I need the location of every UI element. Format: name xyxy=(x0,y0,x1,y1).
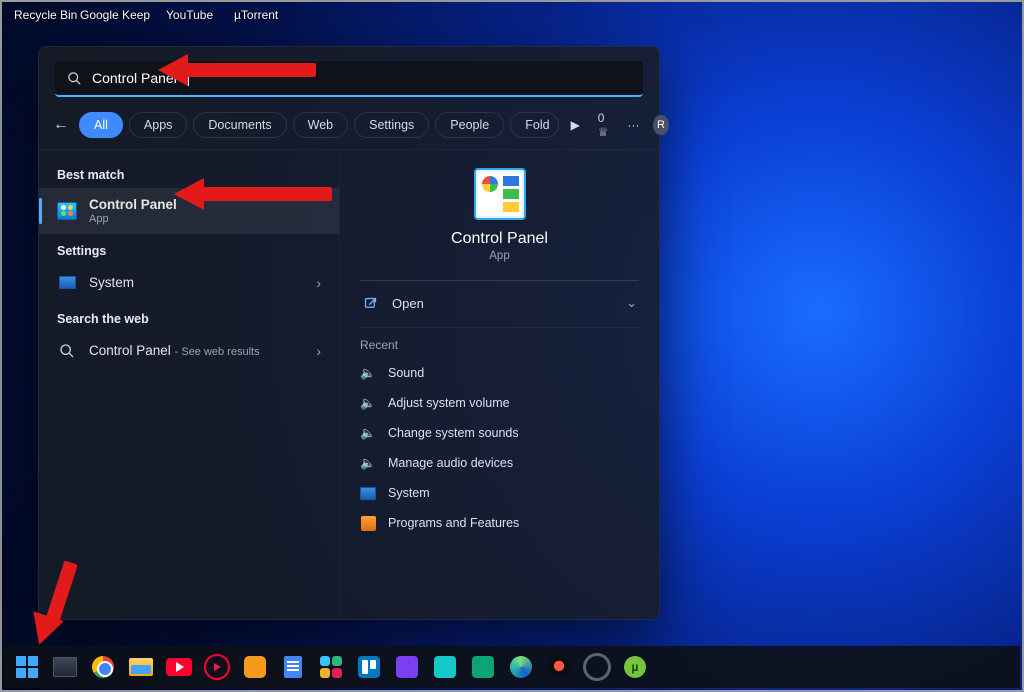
app-icon xyxy=(396,656,418,678)
taskbar: µ xyxy=(4,646,1020,688)
taskbar-utorrent[interactable]: µ xyxy=(620,652,650,682)
search-icon xyxy=(57,341,77,361)
recent-change-sounds[interactable]: 🔈Change system sounds xyxy=(360,418,639,448)
filter-people[interactable]: People xyxy=(435,112,504,138)
desktop-icon-utorrent[interactable]: µTorrent xyxy=(234,8,278,22)
filter-web[interactable]: Web xyxy=(293,112,348,138)
best-match-heading: Best match xyxy=(39,158,339,188)
result-subtitle: App xyxy=(89,213,177,225)
taskbar-file-explorer[interactable] xyxy=(126,652,156,682)
back-arrow-icon[interactable]: ← xyxy=(53,116,73,134)
chevron-down-icon[interactable]: ⌄ xyxy=(626,295,637,311)
filter-folders[interactable]: Fold xyxy=(510,112,558,138)
taskbar-youtube-music[interactable] xyxy=(202,652,232,682)
search-query-text: Control Panel xyxy=(92,70,177,86)
chrome-icon xyxy=(92,656,114,678)
system-icon xyxy=(57,273,77,293)
taskbar-app-ring[interactable] xyxy=(582,652,612,682)
user-avatar[interactable]: R xyxy=(653,115,668,135)
result-web-control-panel[interactable]: Control Panel - See web results › xyxy=(39,332,339,370)
task-view-button[interactable] xyxy=(50,652,80,682)
taskbar-trello[interactable] xyxy=(354,652,384,682)
ring-icon xyxy=(583,653,611,681)
more-options-icon[interactable]: ··· xyxy=(627,118,639,132)
edge-icon xyxy=(510,656,532,678)
trello-icon xyxy=(358,656,380,678)
taskbar-audible[interactable] xyxy=(240,652,270,682)
filter-all[interactable]: All xyxy=(79,112,123,138)
preview-title: Control Panel xyxy=(451,230,548,248)
taskbar-google-docs[interactable] xyxy=(278,652,308,682)
system-icon xyxy=(360,485,376,501)
rewards-badge[interactable]: 0 ♕ xyxy=(598,111,614,139)
app-icon xyxy=(434,656,456,678)
result-system[interactable]: System › xyxy=(39,264,339,302)
filter-overflow-icon[interactable]: ▶ xyxy=(565,118,586,132)
youtube-music-icon xyxy=(204,654,230,680)
windows-logo-icon xyxy=(16,656,38,678)
recent-heading: Recent xyxy=(360,338,639,352)
preview-subtitle: App xyxy=(489,250,509,262)
desktop-icon-recycle-bin[interactable]: Recycle Bin xyxy=(14,8,77,22)
sound-icon: 🔈 xyxy=(360,365,376,381)
recent-adjust-volume[interactable]: 🔈Adjust system volume xyxy=(360,388,639,418)
sound-icon: 🔈 xyxy=(360,455,376,471)
search-input[interactable]: Control Panel xyxy=(55,61,643,97)
sound-icon: 🔈 xyxy=(360,395,376,411)
davinci-icon xyxy=(548,656,570,678)
filter-apps[interactable]: Apps xyxy=(129,112,188,138)
chevron-right-icon: › xyxy=(316,343,321,359)
file-explorer-icon xyxy=(129,658,153,676)
taskbar-davinci[interactable] xyxy=(544,652,574,682)
settings-heading: Settings xyxy=(39,234,339,264)
result-title: System xyxy=(89,275,134,291)
taskbar-app-green[interactable] xyxy=(468,652,498,682)
text-caret xyxy=(188,71,189,86)
control-panel-icon xyxy=(57,201,77,221)
taskbar-slack[interactable] xyxy=(316,652,346,682)
open-icon xyxy=(362,295,378,311)
taskbar-app-teal[interactable] xyxy=(430,652,460,682)
result-title: Control Panel - See web results xyxy=(89,343,260,359)
result-title: Control Panel xyxy=(89,197,177,213)
chevron-right-icon: › xyxy=(316,275,321,291)
results-list: Best match Control Panel App Settings Sy… xyxy=(39,150,339,619)
utorrent-icon: µ xyxy=(624,656,646,678)
recent-system[interactable]: System xyxy=(360,478,639,508)
search-filter-bar: ← All Apps Documents Web Settings People… xyxy=(39,107,659,150)
open-label: Open xyxy=(392,296,424,311)
recent-audio-devices[interactable]: 🔈Manage audio devices xyxy=(360,448,639,478)
start-search-panel: Control Panel ← All Apps Documents Web S… xyxy=(38,46,660,620)
programs-features-icon xyxy=(360,515,376,531)
slack-icon xyxy=(320,656,342,678)
open-action[interactable]: Open ⌄ xyxy=(360,281,639,325)
audible-icon xyxy=(244,656,266,678)
desktop-icon-youtube[interactable]: YouTube xyxy=(166,8,213,22)
youtube-icon xyxy=(166,658,192,676)
taskbar-edge[interactable] xyxy=(506,652,536,682)
desktop-icon-google-keep[interactable]: Google Keep xyxy=(80,8,150,22)
result-preview-pane: Control Panel App Open ⌄ Recent 🔈Sound 🔈… xyxy=(339,150,659,619)
result-control-panel[interactable]: Control Panel App xyxy=(39,188,339,234)
recent-programs-features[interactable]: Programs and Features xyxy=(360,508,639,538)
desktop: Recycle Bin Google Keep YouTube µTorrent… xyxy=(0,0,1024,692)
taskbar-youtube[interactable] xyxy=(164,652,194,682)
recent-sound[interactable]: 🔈Sound xyxy=(360,358,639,388)
filter-settings[interactable]: Settings xyxy=(354,112,429,138)
taskbar-app-purple[interactable] xyxy=(392,652,422,682)
start-button[interactable] xyxy=(12,652,42,682)
taskbar-chrome[interactable] xyxy=(88,652,118,682)
search-icon xyxy=(67,71,82,86)
google-docs-icon xyxy=(284,656,302,678)
control-panel-icon xyxy=(474,168,526,220)
sound-icon: 🔈 xyxy=(360,425,376,441)
task-view-icon xyxy=(53,657,77,677)
search-web-heading: Search the web xyxy=(39,302,339,332)
filter-documents[interactable]: Documents xyxy=(193,112,286,138)
app-icon xyxy=(472,656,494,678)
